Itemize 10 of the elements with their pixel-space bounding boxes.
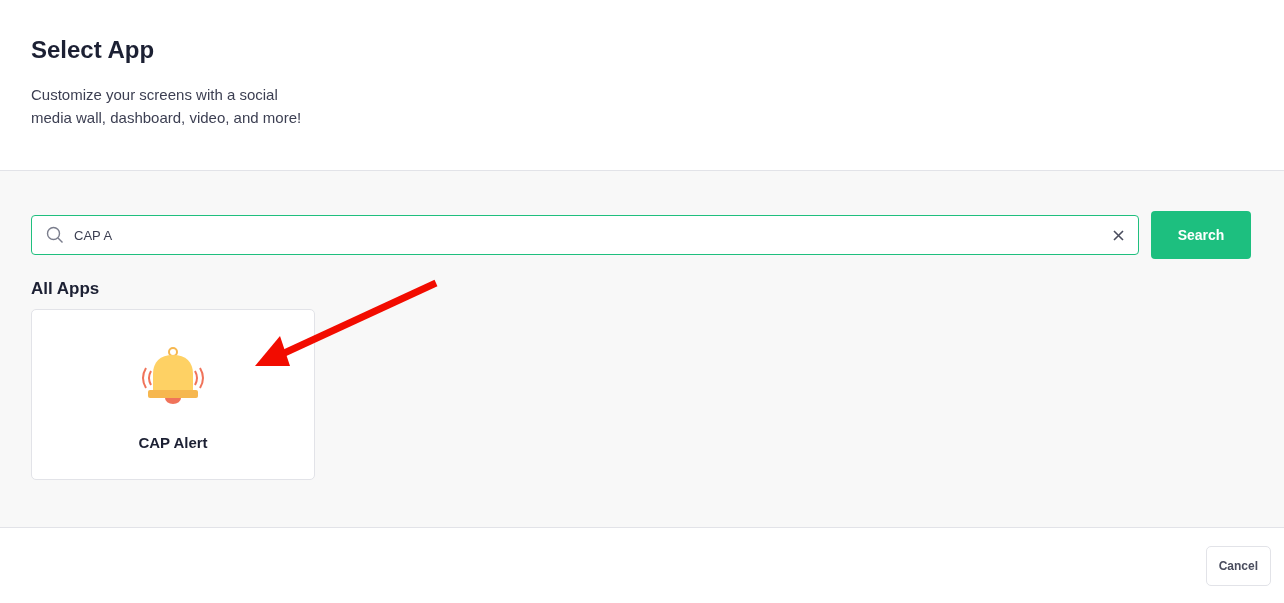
search-input[interactable]: CAP A <box>72 226 1113 244</box>
clear-icon[interactable] <box>1113 229 1124 241</box>
cancel-button[interactable]: Cancel <box>1205 545 1271 586</box>
page-title: Select App <box>31 36 156 64</box>
page-description: Customize your screens with a social media wall, dashboard, video, and more! <box>31 85 303 128</box>
search-icon <box>46 226 64 244</box>
app-name: CAP Alert <box>138 434 208 451</box>
section-heading: All Apps <box>31 279 101 299</box>
search-bar[interactable]: CAP A <box>31 215 1139 255</box>
app-card[interactable]: CAP Alert <box>31 309 315 480</box>
